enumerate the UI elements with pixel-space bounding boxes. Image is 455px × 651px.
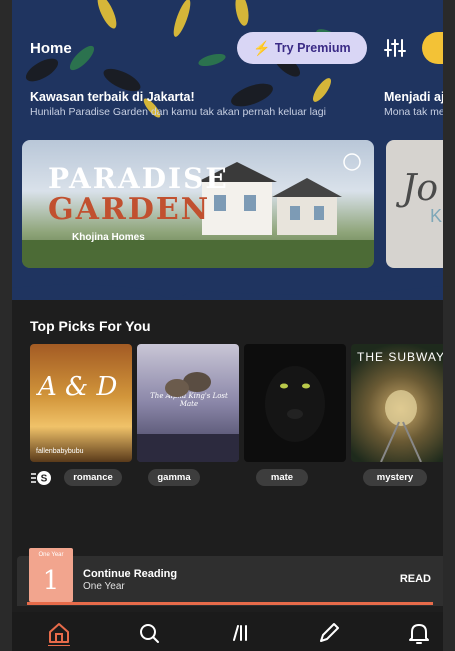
book-cover[interactable]: The Alpha King's Lost Mate [137, 344, 239, 462]
continue-reading-label: Continue Reading [83, 568, 178, 580]
library-icon[interactable] [226, 620, 252, 646]
continue-reading-bar[interactable]: One Year 1 Continue Reading One Year REA… [17, 548, 443, 606]
bell-icon[interactable] [406, 620, 432, 646]
home-icon[interactable] [46, 620, 72, 646]
try-premium-label: Try Premium [274, 41, 351, 55]
bottom-nav [12, 612, 443, 651]
banner-text-1: Kawasan terbaik di Jakarta! Hunilah Para… [30, 90, 370, 119]
banner-text-2: Menjadi aj Mona tak me [384, 90, 443, 119]
banner-headline: Menjadi aj [384, 90, 443, 104]
cover-small-title: One Year [38, 552, 64, 558]
genre-tag-gamma[interactable]: gamma [148, 469, 200, 486]
banner-subtext: Hunilah Paradise Garden dan kamu tak aka… [30, 106, 326, 118]
cover-author: fallenbabybubu [36, 448, 84, 455]
app-screen: Home ⚡ Try Premium Kawasan terbaik di Ja… [12, 0, 443, 651]
filter-sliders-icon[interactable] [384, 38, 406, 58]
reading-progress-bar [27, 602, 433, 605]
continue-book-cover: One Year 1 [29, 548, 73, 602]
banner-image-1[interactable]: PARADISE GARDEN Khojina Homes [22, 140, 374, 268]
genre-tag-mate[interactable]: mate [256, 469, 308, 486]
coin-s-icon: S [31, 471, 51, 485]
top-bar: Home ⚡ Try Premium [12, 28, 443, 68]
banner-image-brand: Khojina Homes [72, 232, 145, 243]
coins-button[interactable] [422, 32, 443, 64]
reading-progress-fill [27, 602, 433, 605]
continue-book-title: One Year [83, 581, 125, 592]
cover-title: A & D [38, 372, 118, 402]
banner-image-2[interactable]: Jo Ki [386, 140, 443, 268]
try-premium-button[interactable]: ⚡ Try Premium [237, 32, 367, 64]
page-title: Home [30, 40, 72, 57]
genre-tag-romance[interactable]: romance [64, 469, 122, 486]
read-button[interactable]: READ [400, 573, 431, 585]
top-picks-carousel[interactable]: A & D fallenbabybubu The Alpha King's Lo… [30, 344, 443, 494]
panther-illustration [265, 366, 325, 442]
hero-area: Home ⚡ Try Premium Kawasan terbaik di Ja… [12, 0, 443, 300]
book-cover[interactable]: THE SUBWAY [351, 344, 443, 462]
wolves-illustration [137, 372, 239, 462]
pencil-icon[interactable] [316, 620, 342, 646]
genre-tag-mystery[interactable]: mystery [363, 469, 427, 486]
banner-headline: Kawasan terbaik di Jakarta! [30, 90, 195, 104]
book-cover[interactable] [244, 344, 346, 462]
section-title-top-picks: Top Picks For You [30, 318, 151, 334]
banner-subtext: Mona tak me [384, 106, 443, 118]
search-icon[interactable] [136, 620, 162, 646]
bolt-icon: ⚡ [253, 39, 271, 56]
book-cover[interactable]: A & D fallenbabybubu [30, 344, 132, 462]
wave-divider [12, 270, 443, 298]
banner-image-title-2: Ki [430, 206, 443, 226]
banner-image-title: PARADISE [48, 162, 229, 195]
tunnel-illustration [380, 390, 422, 462]
banner-image-title-2: GARDEN [48, 192, 211, 227]
svg-text:S: S [41, 474, 48, 485]
cover-number: 1 [42, 566, 60, 596]
banner-image-title: Jo [402, 168, 439, 209]
